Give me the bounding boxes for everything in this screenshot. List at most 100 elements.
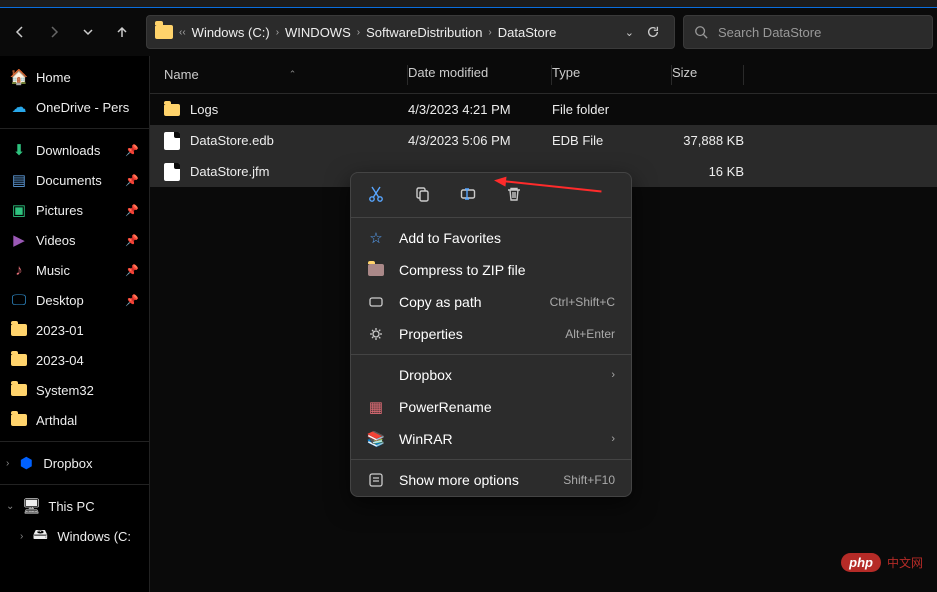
sidebar-item-arthdal[interactable]: Arthdal: [0, 405, 149, 435]
cut-button[interactable]: [365, 183, 387, 205]
pin-icon: 📌: [125, 264, 139, 277]
sidebar-item-label: 2023-04: [36, 353, 84, 368]
file-size: 16 KB: [672, 164, 744, 179]
watermark-badge: php: [841, 553, 881, 572]
chevron-right-icon: ›: [276, 27, 279, 38]
blank-icon: [367, 366, 385, 384]
file-date: 4/3/2023 4:21 PM: [408, 102, 552, 117]
winrar-icon: 📚: [367, 430, 385, 448]
ctx-dropbox[interactable]: Dropbox ›: [351, 359, 631, 391]
column-date-header[interactable]: Date modified: [408, 65, 552, 85]
search-input[interactable]: Search DataStore: [683, 15, 933, 49]
sidebar-item-documents[interactable]: ▤Documents📌: [0, 165, 149, 195]
watermark: php 中文网: [841, 553, 923, 572]
sidebar-item-pictures[interactable]: ▣Pictures📌: [0, 195, 149, 225]
column-type-header[interactable]: Type: [552, 65, 672, 85]
delete-button[interactable]: [503, 183, 525, 205]
sidebar-item-music[interactable]: ♪Music📌: [0, 255, 149, 285]
pic-icon: ▣: [10, 201, 28, 219]
folder-icon: [164, 104, 180, 116]
chevron-right-icon: ›: [611, 433, 615, 445]
file-type: File folder: [552, 102, 672, 117]
sidebar-item-label: Dropbox: [43, 456, 92, 471]
nav-up-button[interactable]: [106, 16, 138, 48]
download-icon: ⬇: [10, 141, 28, 159]
file-row[interactable]: DataStore.edb4/3/2023 5:06 PMEDB File37,…: [150, 125, 937, 156]
sidebar-item-videos[interactable]: ▶Videos📌: [0, 225, 149, 255]
column-name-header[interactable]: Name ⌃: [164, 65, 408, 85]
ctx-add-favorites[interactable]: ☆ Add to Favorites: [351, 222, 631, 254]
sidebar-item-label: Videos: [36, 233, 76, 248]
pc-icon: 🖥: [22, 497, 40, 515]
expand-icon[interactable]: ⌄: [6, 501, 14, 512]
sidebar-item-label: This PC: [48, 499, 94, 514]
zip-icon: [367, 261, 385, 279]
breadcrumb-segment[interactable]: WINDOWS: [285, 25, 351, 40]
address-bar[interactable]: ‹‹ Windows (C:) › WINDOWS › SoftwareDist…: [146, 15, 675, 49]
nav-back-button[interactable]: [4, 16, 36, 48]
sidebar-item-label: Desktop: [36, 293, 84, 308]
navigation-pane: 🏠 Home ☁ OneDrive - Pers › ⬇Downloads📌▤D…: [0, 56, 150, 592]
sidebar-item-home[interactable]: 🏠 Home: [0, 62, 149, 92]
file-row[interactable]: Logs 4/3/2023 4:21 PMFile folder: [150, 94, 937, 125]
pin-icon: 📌: [125, 174, 139, 187]
sidebar-item-2023-01[interactable]: 2023-01: [0, 315, 149, 345]
breadcrumb-segment[interactable]: DataStore: [498, 25, 557, 40]
more-icon: [367, 471, 385, 489]
star-icon: ☆: [367, 229, 385, 247]
properties-icon: [367, 325, 385, 343]
file-size: 37,888 KB: [672, 133, 744, 148]
folder-icon: [10, 381, 28, 399]
home-icon: 🏠: [10, 68, 28, 86]
column-size-header[interactable]: Size: [672, 65, 744, 85]
doc-icon: ▤: [10, 171, 28, 189]
sidebar-item-label: Windows (C:: [57, 529, 131, 544]
folder-icon: [10, 411, 28, 429]
sidebar-item-drive[interactable]: › 🖴 Windows (C:: [0, 521, 149, 551]
pin-icon: 📌: [125, 204, 139, 217]
chevron-right-icon: ›: [611, 369, 615, 381]
onedrive-icon: ☁: [10, 98, 28, 116]
sidebar-item-label: Arthdal: [36, 413, 77, 428]
nav-recent-button[interactable]: [72, 16, 104, 48]
refresh-button[interactable]: [646, 25, 660, 39]
sort-indicator-icon: ⌃: [289, 69, 297, 80]
ctx-properties[interactable]: Properties Alt+Enter: [351, 318, 631, 350]
vid-icon: ▶: [10, 231, 28, 249]
ctx-winrar[interactable]: 📚 WinRAR ›: [351, 423, 631, 455]
breadcrumb-segment[interactable]: Windows (C:): [192, 25, 270, 40]
copy-button[interactable]: [411, 183, 433, 205]
sidebar-item-onedrive[interactable]: ☁ OneDrive - Pers ›: [0, 92, 149, 122]
pin-icon: 📌: [125, 294, 139, 307]
ctx-label: Compress to ZIP file: [399, 262, 615, 278]
search-placeholder: Search DataStore: [718, 25, 821, 40]
breadcrumb-segment[interactable]: SoftwareDistribution: [366, 25, 482, 40]
column-headers: Name ⌃ Date modified Type Size: [150, 56, 937, 94]
file-name: DataStore.edb: [190, 133, 274, 148]
ctx-label: PowerRename: [399, 399, 615, 415]
ctx-powerrename[interactable]: ▦ PowerRename: [351, 391, 631, 423]
sidebar-item-thispc[interactable]: ⌄ 🖥 This PC: [0, 491, 149, 521]
nav-forward-button[interactable]: [38, 16, 70, 48]
folder-icon: [10, 351, 28, 369]
sidebar-item-dropbox[interactable]: › ⬢ Dropbox: [0, 448, 149, 478]
expand-icon[interactable]: ›: [6, 458, 9, 469]
expand-icon[interactable]: ›: [20, 531, 23, 542]
copy-path-icon: [367, 293, 385, 311]
sidebar-item-system32[interactable]: System32: [0, 375, 149, 405]
dropbox-icon: ⬢: [17, 454, 35, 472]
chevron-down-icon[interactable]: ⌄: [625, 26, 634, 39]
chevron-right-icon: ›: [488, 27, 491, 38]
file-name: Logs: [190, 102, 218, 117]
sidebar-item-desktop[interactable]: 🖵Desktop📌: [0, 285, 149, 315]
sidebar-item-label: System32: [36, 383, 94, 398]
sidebar-item-downloads[interactable]: ⬇Downloads📌: [0, 135, 149, 165]
folder-icon: [155, 25, 173, 39]
ctx-compress-zip[interactable]: Compress to ZIP file: [351, 254, 631, 286]
ctx-show-more[interactable]: Show more options Shift+F10: [351, 464, 631, 496]
file-date: 4/3/2023 5:06 PM: [408, 133, 552, 148]
ctx-copy-path[interactable]: Copy as path Ctrl+Shift+C: [351, 286, 631, 318]
rename-button[interactable]: [457, 183, 479, 205]
sidebar-item-2023-04[interactable]: 2023-04: [0, 345, 149, 375]
ctx-label: WinRAR: [399, 431, 597, 447]
